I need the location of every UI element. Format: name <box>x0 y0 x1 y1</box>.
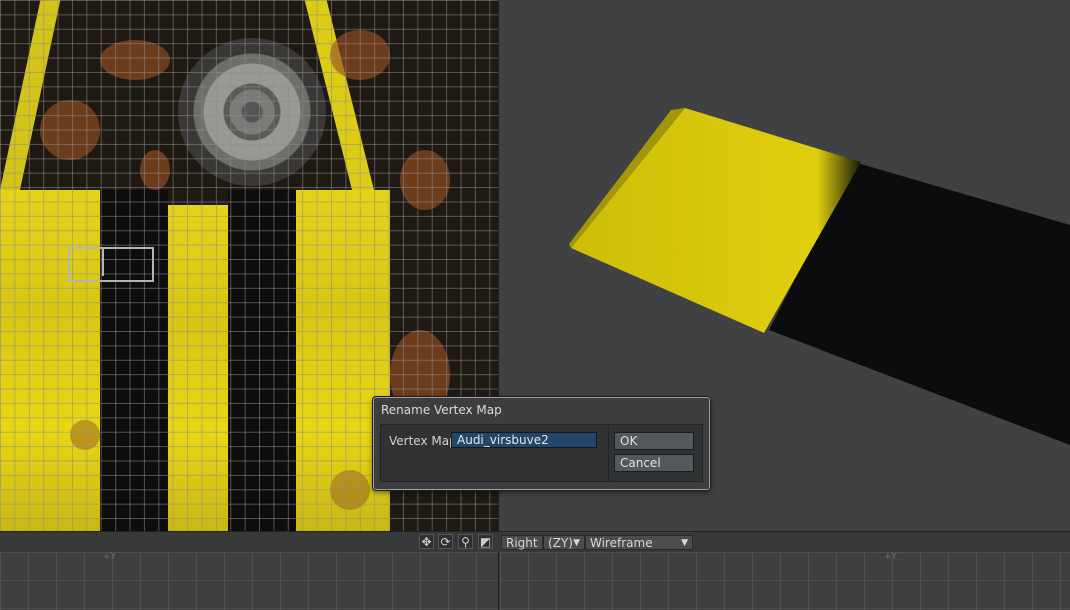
rotate-icon[interactable]: ⟳ <box>438 534 453 549</box>
viewport-toolbar: ✥ ⟳ ⚲ ◩ Right (ZY) ▼ Wireframe ▼ <box>0 531 1070 552</box>
chevron-down-icon: ▼ <box>681 538 688 548</box>
cancel-button[interactable]: Cancel <box>614 454 694 472</box>
move-icon[interactable]: ✥ <box>419 534 434 549</box>
vertex-map-label: Vertex Map <box>389 434 457 448</box>
zoom-icon[interactable]: ⚲ <box>458 534 473 549</box>
viewport-divider <box>498 0 499 610</box>
uv-polygon-selection[interactable] <box>68 247 154 282</box>
dialog-title: Rename Vertex Map <box>381 403 502 417</box>
rename-vertex-map-dialog: Rename Vertex Map Vertex Map OK Cancel <box>373 397 710 490</box>
maximize-icon[interactable]: ◩ <box>478 534 493 549</box>
axis-select[interactable]: (ZY) ▼ <box>543 535 585 550</box>
render-mode-select[interactable]: Wireframe ▼ <box>585 535 693 550</box>
chevron-down-icon: ▼ <box>573 538 580 548</box>
button-separator <box>608 425 609 481</box>
vertex-map-name-input[interactable] <box>451 432 597 448</box>
axis-select-label: (ZY) <box>548 536 573 550</box>
ok-button[interactable]: OK <box>614 432 694 450</box>
axis-label-y: +Y <box>884 552 898 562</box>
dialog-body: Vertex Map OK Cancel <box>380 424 703 482</box>
view-select[interactable]: Right <box>501 535 543 550</box>
bottom-left-viewport[interactable] <box>0 552 498 610</box>
bottom-right-viewport[interactable] <box>500 552 1070 610</box>
axis-label-y: +Y <box>103 552 117 562</box>
render-mode-label: Wireframe <box>590 536 653 550</box>
view-select-label: Right <box>506 536 538 550</box>
